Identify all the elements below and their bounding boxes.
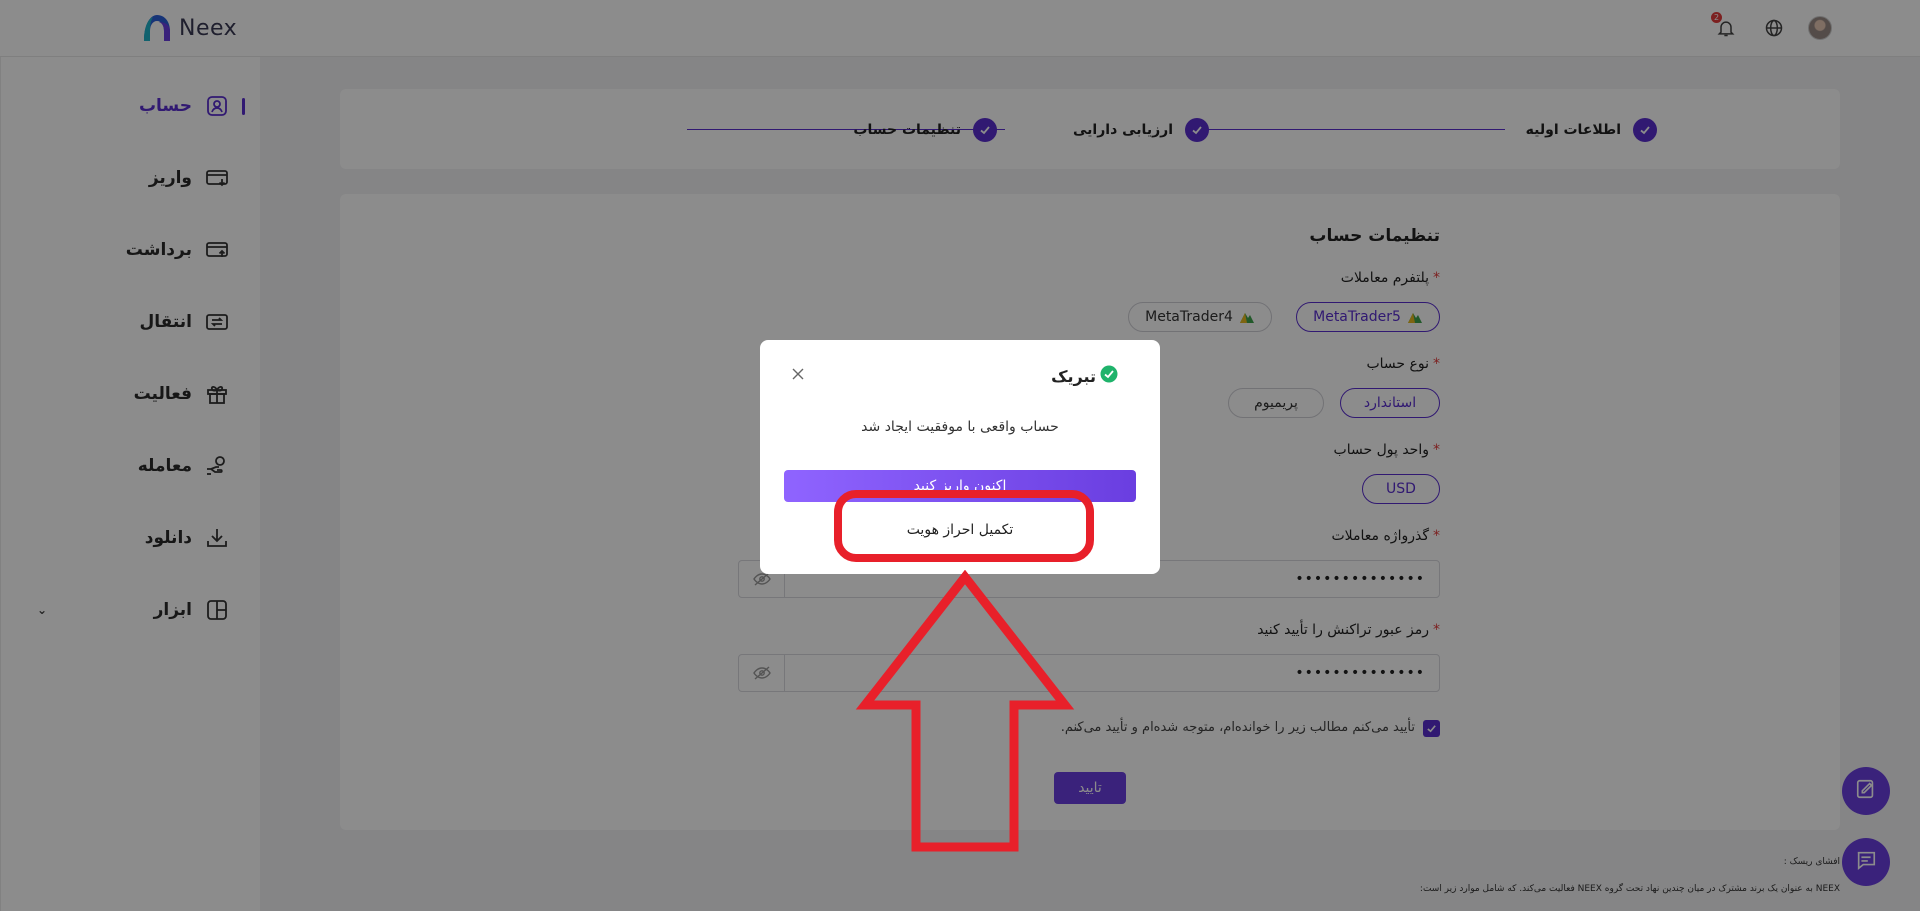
dialog-message: حساب واقعی با موفقیت ایجاد شد	[861, 419, 1059, 435]
annotation-highlight-box	[834, 490, 1094, 562]
close-icon[interactable]	[788, 364, 808, 384]
check-circle-icon	[1100, 365, 1118, 387]
annotation-arrow-icon	[855, 570, 1075, 852]
dialog-title: تبریک	[1051, 365, 1118, 387]
